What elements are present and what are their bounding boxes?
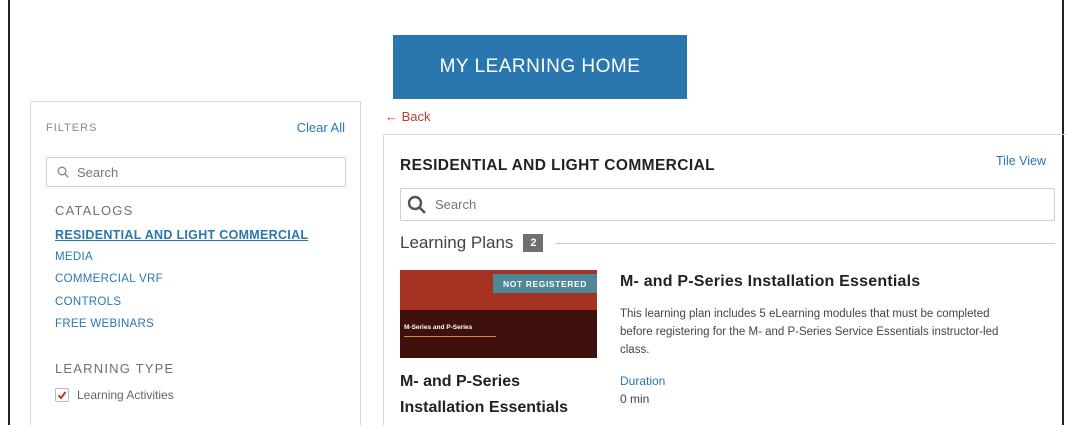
course-description: This learning plan includes 5 eLearning … [620,308,999,356]
catalog-item-free-webinars[interactable]: FREE WEBINARS [55,318,308,341]
filter-search-input[interactable] [77,164,327,180]
course-thumbnail[interactable]: NOT REGISTERED M-Series and P-Series [400,270,597,358]
catalogs-heading: CATALOGS [55,203,134,218]
catalog-list: RESIDENTIAL AND LIGHT COMMERCIAL MEDIA C… [55,228,308,341]
catalog-item-controls[interactable]: CONTROLS [55,296,308,319]
clear-all-link[interactable]: Clear All [297,120,345,135]
tile-view-link[interactable]: Tile View [996,154,1046,168]
catalog-item-commercial-vrf[interactable]: COMMERCIAL VRF [55,273,308,296]
my-learning-home-button[interactable]: MY LEARNING HOME [393,35,687,99]
learning-plans-count: 2 [523,234,544,252]
learning-plans-header: Learning Plans 2 [400,233,1055,253]
duration-label: Duration [620,374,666,388]
learning-activities-checkbox[interactable] [55,388,69,402]
catalog-search-input[interactable] [435,197,1035,212]
thumbnail-footer [400,310,597,358]
back-label: Back [401,109,431,124]
catalog-item-media[interactable]: MEDIA [55,251,308,274]
section-divider [555,242,1055,244]
learning-activities-label: Learning Activities [77,388,174,402]
filter-search-box[interactable] [46,157,346,187]
filters-title: FILTERS [46,122,98,134]
back-link[interactable]: ← Back [385,109,431,124]
learning-plans-label: Learning Plans [400,233,514,252]
filters-panel: FILTERS Clear All CATALOGS RESIDENTIAL A… [30,101,361,425]
search-icon [407,195,426,214]
course-tile-title[interactable]: M- and P-Series Installation Essentials [400,369,600,421]
course-title[interactable]: M- and P-Series Installation Essentials [620,273,920,291]
thumbnail-text: M-Series and P-Series [404,324,473,331]
catalog-title: RESIDENTIAL AND LIGHT COMMERCIAL [400,157,716,174]
checkmark-icon [57,391,67,400]
learning-activities-filter[interactable]: Learning Activities [55,388,174,402]
arrow-left-icon: ← [385,109,398,124]
duration-value: 0 min [620,392,650,406]
catalog-search-box[interactable] [400,188,1055,221]
catalog-panel: RESIDENTIAL AND LIGHT COMMERCIAL Tile Vi… [383,134,1067,425]
thumbnail-underline [404,336,496,337]
learning-type-heading: LEARNING TYPE [55,361,175,376]
search-icon [57,166,69,178]
status-badge: NOT REGISTERED [493,274,597,293]
catalog-item-residential[interactable]: RESIDENTIAL AND LIGHT COMMERCIAL [55,228,308,251]
